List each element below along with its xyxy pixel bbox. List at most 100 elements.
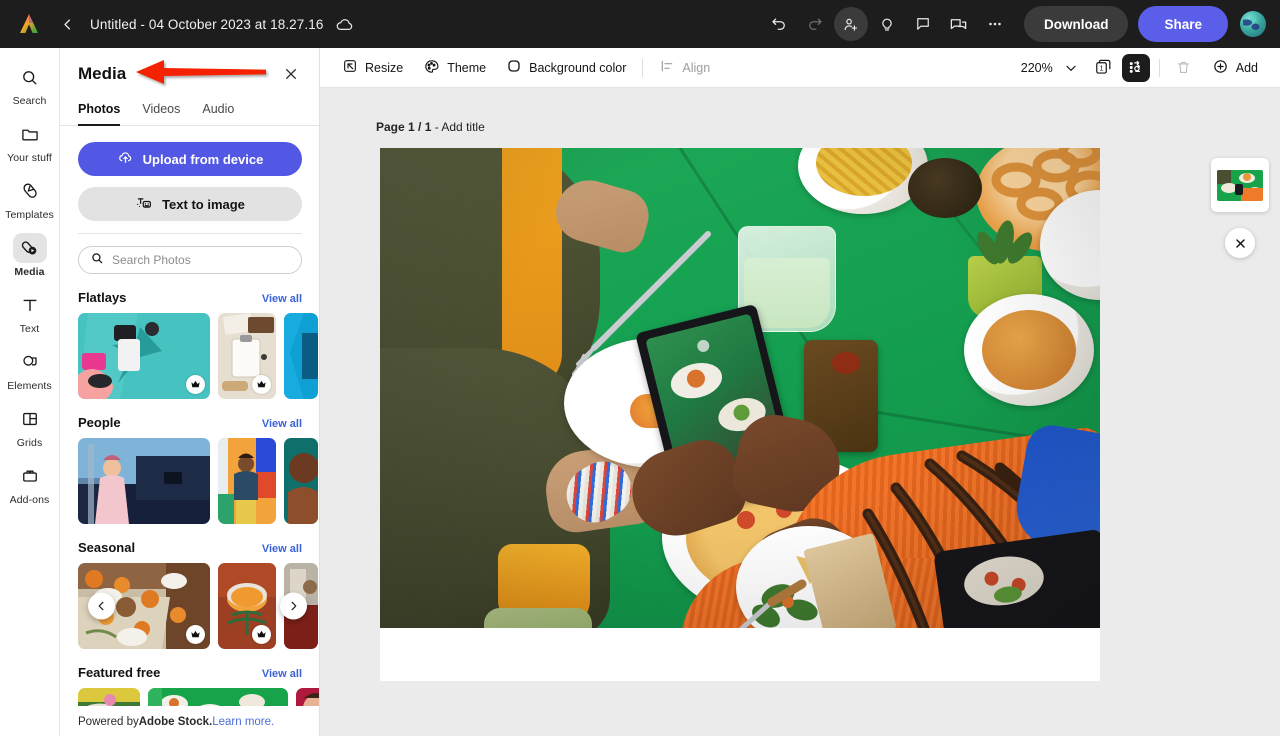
rail-item-elements[interactable]: Elements bbox=[0, 347, 60, 392]
templates-icon bbox=[13, 176, 47, 206]
canvas-toolbar-right: 220% 1 Add bbox=[1021, 53, 1268, 82]
thumbnail-strip-seasonal bbox=[78, 563, 318, 649]
section-header-featured-free: Featured free View all bbox=[78, 665, 302, 680]
redo-button[interactable] bbox=[798, 7, 832, 41]
adobe-express-editor: Untitled - 04 October 2023 at 18.27.16 D… bbox=[0, 0, 1280, 736]
carousel-next-button[interactable] bbox=[280, 592, 307, 620]
learn-more-link[interactable]: Learn more. bbox=[212, 716, 274, 728]
media-tabs: Photos Videos Audio bbox=[60, 92, 319, 126]
upload-label: Upload from device bbox=[142, 151, 264, 167]
search-icon bbox=[13, 62, 47, 92]
panel-title: Media bbox=[78, 64, 127, 83]
page-label[interactable]: Page 1 / 1 - Add title bbox=[376, 120, 485, 134]
search-photos-input[interactable] bbox=[112, 253, 282, 267]
media-panel-footer: Powered by Adobe Stock. Learn more. bbox=[60, 706, 319, 736]
upload-from-device-button[interactable]: Upload from device bbox=[78, 142, 302, 176]
thumbnail-strip-flatlays bbox=[78, 313, 318, 399]
add-page-button[interactable]: Add bbox=[1202, 54, 1268, 82]
delete-button bbox=[1169, 54, 1199, 82]
tab-audio[interactable]: Audio bbox=[202, 102, 234, 126]
rail-item-grids[interactable]: Grids bbox=[0, 404, 60, 449]
page-title-placeholder[interactable]: - Add title bbox=[431, 120, 485, 134]
invite-person-button[interactable] bbox=[833, 7, 868, 41]
rail-item-search[interactable]: Search bbox=[0, 62, 60, 107]
text-to-image-button[interactable]: Text to image bbox=[78, 187, 302, 221]
media-thumbnail[interactable] bbox=[284, 438, 318, 524]
adobe-express-logo-icon[interactable] bbox=[16, 11, 42, 37]
align-label: Align bbox=[682, 60, 711, 75]
addons-icon bbox=[13, 461, 47, 491]
top-bar: Untitled - 04 October 2023 at 18.27.16 D… bbox=[0, 0, 1280, 48]
tab-photos[interactable]: Photos bbox=[78, 102, 121, 126]
view-all-link[interactable]: View all bbox=[262, 418, 302, 430]
rail-item-text[interactable]: Text bbox=[0, 290, 60, 335]
background-color-button[interactable]: Background color bbox=[496, 54, 636, 82]
more-options-button[interactable] bbox=[978, 7, 1012, 41]
undo-button[interactable] bbox=[762, 7, 796, 41]
media-panel: Media Photos Videos Audio Upload from de… bbox=[60, 48, 320, 736]
align-button: Align bbox=[649, 54, 720, 82]
plus-circle-icon bbox=[1212, 58, 1229, 78]
view-all-link[interactable]: View all bbox=[262, 668, 302, 680]
scene-vignette bbox=[380, 148, 1100, 628]
grids-icon bbox=[13, 404, 47, 434]
artwork-scene bbox=[380, 148, 1100, 628]
rail-item-your-stuff[interactable]: Your stuff bbox=[0, 119, 60, 164]
tab-videos[interactable]: Videos bbox=[142, 102, 180, 126]
rail-label: Search bbox=[12, 95, 47, 107]
left-rail: Search Your stuff Templates Media Text E… bbox=[0, 48, 60, 736]
search-photos-box[interactable] bbox=[78, 246, 302, 274]
media-thumbnail[interactable] bbox=[218, 313, 276, 399]
comment-button[interactable] bbox=[906, 7, 940, 41]
pages-count-value: 1 bbox=[1100, 64, 1104, 72]
close-page-strip-button[interactable] bbox=[1225, 228, 1255, 258]
cloud-saved-icon bbox=[335, 13, 357, 35]
chat-bubbles-button[interactable] bbox=[942, 7, 976, 41]
premium-crown-icon bbox=[252, 375, 271, 394]
back-button[interactable] bbox=[56, 13, 78, 35]
close-icon[interactable] bbox=[279, 62, 303, 86]
media-thumbnail[interactable] bbox=[218, 438, 276, 524]
media-thumbnail[interactable] bbox=[78, 313, 210, 399]
carousel-prev-button[interactable] bbox=[88, 592, 115, 620]
section-header-people: People View all bbox=[78, 415, 302, 430]
zoom-dropdown-button[interactable] bbox=[1056, 54, 1086, 82]
rail-label: Templates bbox=[5, 209, 54, 221]
resize-button[interactable]: Resize bbox=[332, 54, 413, 82]
ideas-lightbulb-button[interactable] bbox=[870, 7, 904, 41]
theme-button[interactable]: Theme bbox=[413, 54, 496, 82]
section-title: People bbox=[78, 415, 121, 430]
color-swatch-icon bbox=[506, 58, 522, 77]
section-title: Seasonal bbox=[78, 540, 136, 555]
zoom-level[interactable]: 220% bbox=[1021, 61, 1053, 75]
powered-by-text: Powered by bbox=[78, 715, 139, 728]
animate-button[interactable] bbox=[1121, 53, 1150, 82]
document-title[interactable]: Untitled - 04 October 2023 at 18.27.16 bbox=[90, 17, 323, 32]
share-button[interactable]: Share bbox=[1138, 6, 1228, 42]
palette-icon bbox=[423, 58, 440, 78]
rail-label: Media bbox=[14, 266, 45, 278]
media-panel-header: Media bbox=[60, 48, 319, 86]
pages-count-button[interactable]: 1 bbox=[1089, 54, 1119, 82]
media-thumbnail[interactable] bbox=[78, 438, 210, 524]
add-label: Add bbox=[1235, 60, 1258, 75]
toolbar-separator bbox=[642, 58, 644, 77]
rail-item-media[interactable]: Media bbox=[0, 233, 60, 278]
rail-item-templates[interactable]: Templates bbox=[0, 176, 60, 221]
rail-item-add-ons[interactable]: Add-ons bbox=[0, 461, 60, 506]
view-all-link[interactable]: View all bbox=[262, 293, 302, 305]
media-thumbnail[interactable] bbox=[218, 563, 276, 649]
elements-icon bbox=[13, 347, 47, 377]
rail-label: Elements bbox=[7, 380, 52, 392]
view-all-link[interactable]: View all bbox=[262, 543, 302, 555]
media-panel-body: Upload from device Text to image Search … bbox=[60, 142, 319, 730]
section-title: Flatlays bbox=[78, 290, 127, 305]
page-1-thumbnail[interactable] bbox=[1211, 158, 1269, 212]
media-thumbnail[interactable] bbox=[284, 313, 318, 399]
user-avatar[interactable] bbox=[1240, 11, 1266, 37]
adobe-stock-brand: Adobe Stock. bbox=[138, 715, 213, 728]
download-button[interactable]: Download bbox=[1023, 6, 1129, 42]
folder-icon bbox=[13, 119, 47, 149]
section-header-seasonal: Seasonal View all bbox=[78, 540, 302, 555]
page-artwork[interactable] bbox=[380, 148, 1100, 628]
